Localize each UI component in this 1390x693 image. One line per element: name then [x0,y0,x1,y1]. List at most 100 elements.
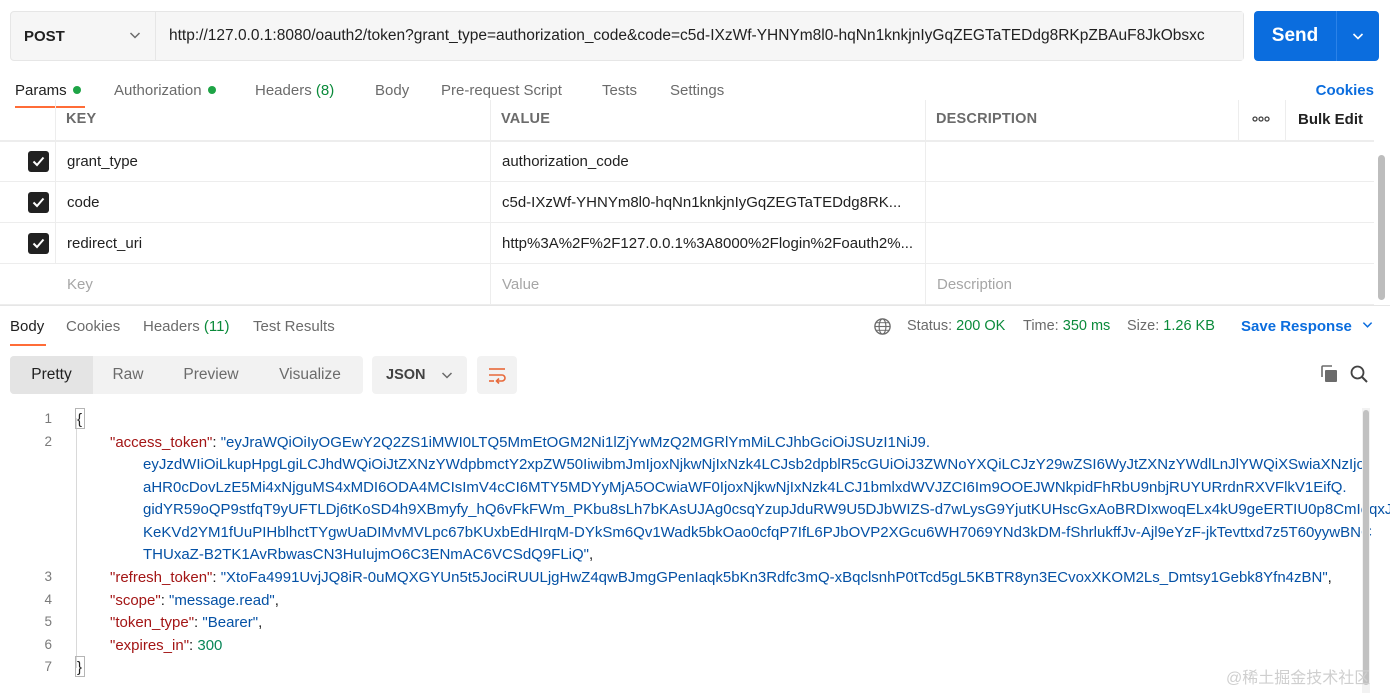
view-pretty-button[interactable]: Pretty [10,356,93,394]
status-label: Status: [907,318,953,334]
line-number: 5 [44,614,52,629]
url-input[interactable]: http://127.0.0.1:8080/oauth2/token?grant… [156,12,1243,60]
copy-icon[interactable] [1319,364,1339,384]
cookies-link[interactable]: Cookies [1316,82,1374,99]
line-number: 6 [44,637,52,652]
line-number: 7 [44,659,52,674]
status-readout[interactable]: Status: 200 OK [907,318,1005,334]
column-divider [925,223,926,263]
format-select[interactable]: JSON [372,356,467,394]
column-divider [55,142,56,181]
more-options-button[interactable] [1252,100,1270,138]
param-description-cell[interactable] [937,142,1367,181]
save-response-label: Save Response [1241,318,1352,335]
more-horizontal-icon [1252,116,1270,122]
tab-prerequest-script[interactable]: Pre-request Script [441,82,562,99]
code-scrollbar[interactable] [1363,410,1369,685]
json-string: "message.read" [169,592,275,609]
table-row: code c5d-IXzWf-YHNYm8l0-hqNn1knkjnIyGqZE… [0,182,1374,223]
column-divider [925,264,926,304]
params-scrollbar[interactable] [1378,155,1385,300]
tab-headers-label: Headers [255,82,312,99]
param-key-cell[interactable]: code [67,182,482,222]
tab-response-body[interactable]: Body [10,318,44,335]
checkbox-checked-icon [28,232,49,254]
checkbox-checked-icon [28,191,49,213]
json-key: "expires_in" [110,637,190,654]
new-value-input[interactable]: Value [502,264,918,304]
json-key: "refresh_token" [110,569,213,586]
tab-response-headers[interactable]: Headers (11) [143,318,229,335]
param-key-cell[interactable]: grant_type [67,142,482,181]
time-readout[interactable]: Time: 350 ms [1023,318,1110,334]
method-select[interactable]: POST [11,12,156,60]
code-line: THUxaZ-B2TK1AvRbwasCN3HuIujmO6C3ENmAC6VC… [143,546,594,563]
indent-guide [76,418,77,668]
column-divider [490,100,491,140]
view-preview-button[interactable]: Preview [170,356,252,394]
param-value-cell[interactable]: authorization_code [502,142,918,181]
code-line: "expires_in": 300 [110,637,223,654]
chevron-down-icon [441,372,453,379]
tab-authorization[interactable]: Authorization [114,82,216,99]
tab-params[interactable]: Params [15,82,81,99]
json-string-wrap: eyJzdWIiOiLkupHpgLgiLCJhdWQiOiJtZXNzYWdp… [143,456,1369,473]
param-key-cell[interactable]: redirect_uri [67,223,482,263]
active-tab-indicator [10,344,46,346]
send-label: Send [1271,25,1319,46]
bulk-edit-button[interactable]: Bulk Edit [1298,100,1363,138]
size-label: Size: [1127,318,1160,334]
wrap-lines-button[interactable] [477,356,517,394]
param-description-cell[interactable] [937,223,1367,263]
view-visualize-button[interactable]: Visualize [266,356,354,394]
status-value: 200 OK [956,318,1006,334]
param-description-cell[interactable] [937,182,1367,222]
line-number: 2 [44,434,52,449]
json-number: 300 [197,637,223,654]
size-readout[interactable]: Size: 1.26 KB [1127,318,1215,334]
column-divider [490,182,491,222]
url-text: http://127.0.0.1:8080/oauth2/token?grant… [169,27,1205,44]
new-key-input[interactable]: Key [67,264,482,304]
row-checkbox[interactable] [28,223,49,263]
column-header-description: DESCRIPTION [936,111,1038,127]
row-checkbox[interactable] [28,182,49,222]
param-value-cell[interactable]: c5d-IXzWf-YHNYm8l0-hqNn1knkjnIyGqZEGTaTE… [502,182,918,222]
json-string: "XtoFa4991UvjJQ8iR-0uMQXGYUn5t5JociRUULj… [220,569,1328,586]
new-description-input[interactable]: Description [937,264,1367,304]
send-button[interactable]: Send [1254,11,1379,61]
globe-icon[interactable] [873,317,892,336]
format-label: JSON [386,367,426,383]
code-line: "refresh_token": "XtoFa4991UvjJQ8iR-0uMQ… [110,569,1332,586]
tab-response-cookies[interactable]: Cookies [66,318,120,335]
column-header-value: VALUE [501,111,551,127]
line-number: 3 [44,569,52,584]
param-value-cell[interactable]: http%3A%2F%2F127.0.0.1%3A8000%2Flogin%2F… [502,223,918,263]
tab-params-label: Params [15,82,67,99]
tab-body[interactable]: Body [375,82,409,99]
json-string: "eyJraWQiOiIyOGEwY2Q2ZS1iMWI0LTQ5MmEtOGM… [220,434,931,451]
column-divider [490,223,491,263]
json-key: "token_type" [110,614,195,631]
row-checkbox[interactable] [28,142,49,181]
tab-tests[interactable]: Tests [602,82,637,99]
params-header-row: KEY VALUE DESCRIPTION Bulk Edit [0,100,1374,141]
chevron-down-icon [1362,322,1373,328]
tab-settings[interactable]: Settings [670,82,724,99]
tab-response-headers-label: Headers [143,318,200,335]
search-icon[interactable] [1349,364,1369,384]
tab-test-results[interactable]: Test Results [253,318,335,335]
view-raw-button[interactable]: Raw [93,356,163,394]
json-string: "Bearer" [202,614,259,631]
tab-headers[interactable]: Headers (8) [255,82,334,99]
params-active-dot [72,86,81,94]
send-options-button[interactable] [1337,30,1379,42]
column-divider [925,142,926,181]
column-header-key: KEY [66,111,97,127]
time-label: Time: [1023,318,1059,334]
column-divider [55,100,56,140]
code-brace-close: } [77,659,83,676]
code-brace-open: { [77,411,83,428]
param-value-text: c5d-IXzWf-YHNYm8l0-hqNn1knkjnIyGqZEGTaTE… [502,193,902,211]
save-response-button[interactable]: Save Response [1241,318,1373,335]
